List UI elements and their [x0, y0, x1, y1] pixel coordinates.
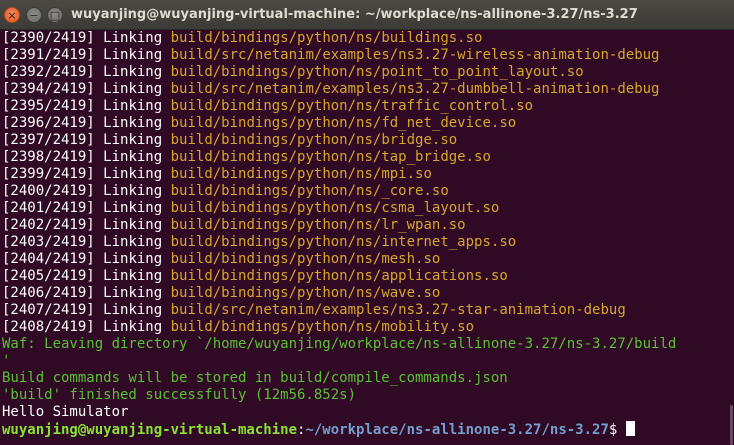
- link-line: [2403/2419] Linking build/bindings/pytho…: [2, 234, 734, 251]
- link-progress: [2404/2419]: [2, 251, 95, 267]
- link-verb: Linking: [103, 183, 163, 199]
- window-titlebar[interactable]: × − □ wuyanjing@wuyanjing-virtual-machin…: [0, 0, 734, 30]
- hello-output-line: Hello Simulator: [2, 404, 129, 420]
- minimize-icon[interactable]: −: [26, 7, 42, 23]
- link-line: [2398/2419] Linking build/bindings/pytho…: [2, 149, 734, 166]
- link-path: build/bindings/python/ns/point_to_point_…: [170, 64, 584, 80]
- link-path: build/bindings/python/ns/applications.so: [170, 268, 508, 284]
- link-verb: Linking: [103, 64, 163, 80]
- waf-leaving-continuation: ': [2, 353, 11, 369]
- link-verb: Linking: [103, 132, 163, 148]
- link-path: build/bindings/python/ns/traffic_control…: [170, 98, 534, 114]
- link-progress: [2396/2419]: [2, 115, 95, 131]
- link-verb: Linking: [103, 302, 163, 318]
- link-line: [2394/2419] Linking build/src/netanim/ex…: [2, 81, 734, 98]
- link-progress: [2392/2419]: [2, 64, 95, 80]
- link-progress: [2407/2419]: [2, 302, 95, 318]
- link-path: build/src/netanim/examples/ns3.27-wirele…: [170, 47, 660, 63]
- link-path: build/bindings/python/ns/tap_bridge.so: [170, 149, 491, 165]
- link-line: [2396/2419] Linking build/bindings/pytho…: [2, 115, 734, 132]
- link-verb: Linking: [103, 285, 163, 301]
- link-path: build/bindings/python/ns/csma_layout.so: [170, 200, 500, 216]
- link-verb: Linking: [103, 30, 163, 46]
- link-line: [2401/2419] Linking build/bindings/pytho…: [2, 200, 734, 217]
- link-path: build/bindings/python/ns/internet_apps.s…: [170, 234, 517, 250]
- link-path: build/bindings/python/ns/buildings.so: [170, 30, 483, 46]
- scrollbar-thumb[interactable]: [730, 405, 733, 445]
- link-path: build/bindings/python/ns/lr_wpan.so: [170, 217, 466, 233]
- build-finished-line: 'build' finished successfully (12m56.852…: [2, 387, 357, 403]
- prompt-user-host: wuyanjing@wuyanjing-virtual-machine: [2, 422, 298, 438]
- link-verb: Linking: [103, 81, 163, 97]
- link-progress: [2390/2419]: [2, 30, 95, 46]
- link-progress: [2400/2419]: [2, 183, 95, 199]
- link-verb: Linking: [103, 47, 163, 63]
- link-progress: [2397/2419]: [2, 132, 95, 148]
- link-line: [2406/2419] Linking build/bindings/pytho…: [2, 285, 734, 302]
- prompt-cwd: ~/workplace/ns-allinone-3.27/ns-3.27: [305, 422, 609, 438]
- link-line: [2405/2419] Linking build/bindings/pytho…: [2, 268, 734, 285]
- link-line: [2392/2419] Linking build/bindings/pytho…: [2, 64, 734, 81]
- link-progress: [2398/2419]: [2, 149, 95, 165]
- link-verb: Linking: [103, 268, 163, 284]
- link-line: [2408/2419] Linking build/bindings/pytho…: [2, 319, 734, 336]
- link-line: [2397/2419] Linking build/bindings/pytho…: [2, 132, 734, 149]
- link-progress: [2401/2419]: [2, 200, 95, 216]
- link-verb: Linking: [103, 319, 163, 335]
- link-path: build/src/netanim/examples/ns3.27-dumbbe…: [170, 81, 660, 97]
- link-verb: Linking: [103, 166, 163, 182]
- waf-leaving-line: Waf: Leaving directory `/home/wuyanjing/…: [2, 336, 677, 352]
- link-path: build/bindings/python/ns/mobility.so: [170, 319, 475, 335]
- link-progress: [2403/2419]: [2, 234, 95, 250]
- link-line: [2402/2419] Linking build/bindings/pytho…: [2, 217, 734, 234]
- link-path: build/bindings/python/ns/bridge.so: [170, 132, 458, 148]
- link-path: build/src/netanim/examples/ns3.27-star-a…: [170, 302, 626, 318]
- link-verb: Linking: [103, 234, 163, 250]
- link-line: [2399/2419] Linking build/bindings/pytho…: [2, 166, 734, 183]
- prompt-symbol: $: [608, 422, 618, 438]
- link-progress: [2391/2419]: [2, 47, 95, 63]
- link-verb: Linking: [103, 98, 163, 114]
- maximize-icon[interactable]: □: [47, 7, 63, 23]
- link-progress: [2399/2419]: [2, 166, 95, 182]
- link-line: [2400/2419] Linking build/bindings/pytho…: [2, 183, 734, 200]
- link-progress: [2394/2419]: [2, 81, 95, 97]
- link-progress: [2395/2419]: [2, 98, 95, 114]
- link-verb: Linking: [103, 115, 163, 131]
- link-progress: [2402/2419]: [2, 217, 95, 233]
- link-path: build/bindings/python/ns/fd_net_device.s…: [170, 115, 517, 131]
- close-icon[interactable]: ×: [4, 7, 20, 23]
- link-verb: Linking: [103, 149, 163, 165]
- link-progress: [2408/2419]: [2, 319, 95, 335]
- window-title: wuyanjing@wuyanjing-virtual-machine: ~/w…: [71, 7, 638, 22]
- link-line: [2404/2419] Linking build/bindings/pytho…: [2, 251, 734, 268]
- link-path: build/bindings/python/ns/wave.so: [170, 285, 441, 301]
- link-line: [2390/2419] Linking build/bindings/pytho…: [2, 30, 734, 47]
- link-progress: [2406/2419]: [2, 285, 95, 301]
- scrollbar[interactable]: [729, 30, 734, 445]
- link-line: [2391/2419] Linking build/src/netanim/ex…: [2, 47, 734, 64]
- link-path: build/bindings/python/ns/mpi.so: [170, 166, 432, 182]
- build-commands-line: Build commands will be stored in build/c…: [2, 370, 508, 386]
- link-verb: Linking: [103, 217, 163, 233]
- text-cursor: [626, 421, 636, 436]
- prompt-line[interactable]: wuyanjing@wuyanjing-virtual-machine:~/wo…: [2, 421, 734, 438]
- link-path: build/bindings/python/ns/_core.so: [170, 183, 449, 199]
- link-line: [2407/2419] Linking build/src/netanim/ex…: [2, 302, 734, 319]
- link-lines: [2390/2419] Linking build/bindings/pytho…: [2, 30, 734, 336]
- link-verb: Linking: [103, 200, 163, 216]
- terminal-output[interactable]: [2390/2419] Linking build/bindings/pytho…: [0, 30, 734, 445]
- link-path: build/bindings/python/ns/mesh.so: [170, 251, 441, 267]
- link-verb: Linking: [103, 251, 163, 267]
- link-line: [2395/2419] Linking build/bindings/pytho…: [2, 98, 734, 115]
- link-progress: [2405/2419]: [2, 268, 95, 284]
